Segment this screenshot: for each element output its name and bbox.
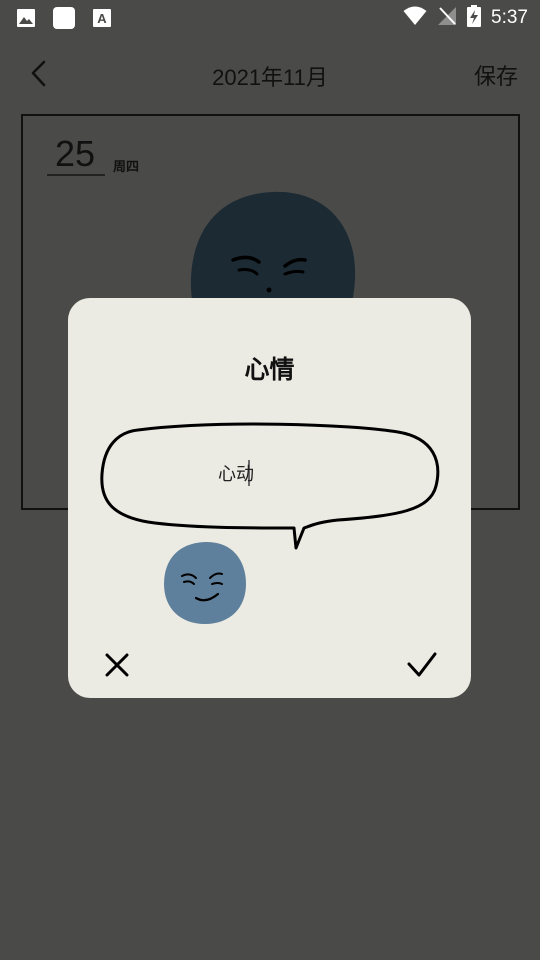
date-weekday: 周四 [113, 160, 140, 175]
status-bar-right: 5:37 [403, 5, 528, 31]
mood-input[interactable] [218, 458, 328, 488]
top-bar: 2021年11月 保存 [0, 50, 540, 98]
font-icon: A [90, 6, 114, 30]
check-icon [407, 652, 437, 677]
image-icon [14, 6, 38, 30]
status-bar-left: A [14, 6, 114, 30]
close-icon [105, 653, 129, 677]
svg-text:A: A [97, 11, 107, 26]
wifi-icon [403, 6, 427, 30]
cancel-button[interactable] [102, 650, 132, 680]
date-day: 25 [47, 134, 105, 176]
status-time: 5:37 [491, 7, 528, 28]
speech-bubble [100, 422, 440, 550]
battery-charging-icon [467, 5, 482, 31]
dialog-title: 心情 [244, 355, 295, 384]
no-signal-icon [437, 6, 457, 30]
save-button[interactable]: 保存 [474, 59, 518, 91]
status-bar: A 5:37 [0, 0, 540, 36]
square-icon [52, 6, 76, 30]
mood-face-icon [164, 541, 246, 624]
mood-dialog: 心情 [68, 298, 471, 698]
confirm-button[interactable] [406, 650, 438, 680]
page-title: 2021年11月 [212, 65, 328, 90]
